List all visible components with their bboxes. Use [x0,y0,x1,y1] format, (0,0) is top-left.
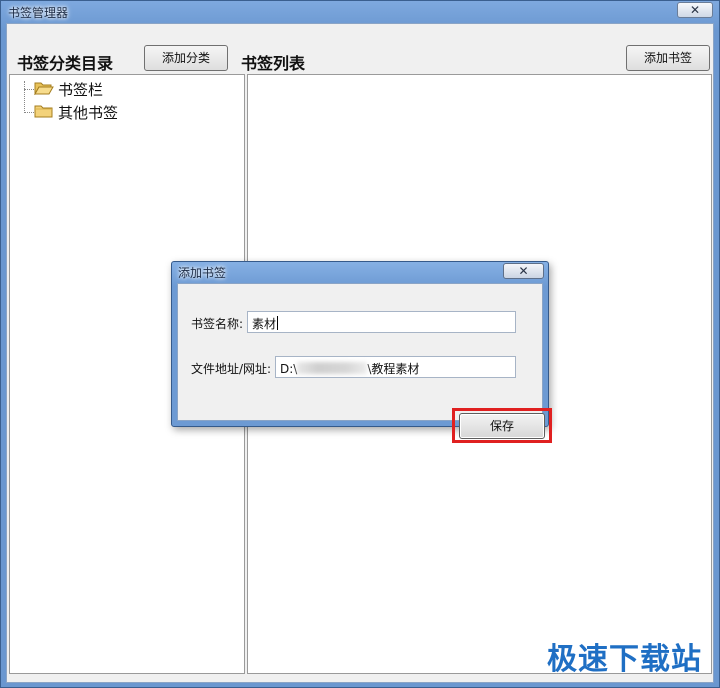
blurred-path-segment [297,362,368,374]
file-address-field[interactable]: D:\ \教程素材 [275,356,516,378]
save-button[interactable]: 保存 [459,413,545,439]
bookmark-name-value: 素材 [252,317,277,331]
category-heading: 书签分类目录 [17,54,114,73]
add-bookmark-button[interactable]: 添加书签 [626,45,710,71]
file-address-label: 文件地址/网址: [191,362,272,376]
bookmark-list-heading: 书签列表 [241,54,306,73]
tree-item-bookmark-bar[interactable]: 书签栏 [24,78,224,100]
dialog-close-button[interactable]: ✕ [503,263,544,279]
bookmark-name-label: 书签名称: [191,317,244,331]
add-bookmark-dialog: 添加书签 ✕ 书签名称: 素材 文件地址/网址: D:\ \教程素材 保存 [171,261,552,443]
bookmark-name-field[interactable]: 素材 [247,311,516,333]
window-close-button[interactable]: ✕ [677,2,713,18]
dialog-body: 书签名称: 素材 文件地址/网址: D:\ \教程素材 保存 [177,283,552,443]
folder-icon [34,105,53,118]
close-icon: ✕ [518,264,529,278]
dialog-title: 添加书签 [178,266,227,280]
tree-item-other-bookmarks[interactable]: 其他书签 [24,101,224,123]
close-icon: ✕ [689,3,701,17]
file-address-prefix: D:\ [280,362,298,376]
file-address-suffix: \教程素材 [367,362,420,376]
add-category-button[interactable]: 添加分类 [144,45,228,71]
title-bar[interactable]: 书签管理器 ✕ [1,1,719,23]
tree-item-label: 其他书签 [58,104,119,122]
watermark-logo: 极速下载站 [547,642,702,677]
text-caret [277,316,279,330]
folder-open-icon [34,82,54,95]
window-title: 书签管理器 [8,6,69,20]
tree-item-label: 书签栏 [58,81,104,99]
